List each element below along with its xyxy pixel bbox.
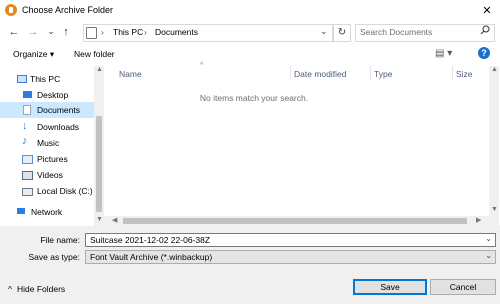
file-name-label: File name: <box>40 235 80 245</box>
column-separator[interactable] <box>452 66 453 80</box>
hide-folders-toggle[interactable]: ^ Hide Folders <box>8 284 65 294</box>
sidebar-item-label: This PC <box>30 74 61 84</box>
file-name-dropdown-chevron-icon[interactable]: ⌄ <box>485 234 492 243</box>
search-placeholder: Search Documents <box>360 27 433 37</box>
sidebar-item-this-pc[interactable]: This PC <box>0 71 94 87</box>
sidebar-item-label: Desktop <box>37 90 69 100</box>
sidebar-item-pictures[interactable]: Pictures <box>0 151 94 167</box>
column-header-name[interactable]: Name <box>119 69 142 79</box>
search-icon <box>480 25 490 38</box>
sidebar-item-desktop[interactable]: Desktop <box>0 87 94 103</box>
app-icon <box>5 4 17 16</box>
close-icon[interactable]: ✕ <box>475 1 499 21</box>
music-icon: ♪ <box>22 135 28 147</box>
empty-results-message: No items match your search. <box>199 93 309 103</box>
sidebar-item-label: Local Disk (C:) <box>37 186 93 196</box>
sidebar-item-label: Videos <box>37 170 63 180</box>
sidebar-item-label: Music <box>37 138 60 148</box>
sidebar-item-local-disk[interactable]: Local Disk (C:) <box>0 183 94 199</box>
file-list-vertical-scrollbar[interactable] <box>489 66 499 226</box>
sidebar-scroll-thumb[interactable] <box>96 116 102 212</box>
breadcrumb-documents[interactable]: Documents <box>155 27 198 37</box>
save-as-type-chevron-icon[interactable]: ⌄ <box>485 251 492 260</box>
scroll-right-arrow-icon[interactable]: ▶ <box>476 216 481 224</box>
sidebar-item-label: Pictures <box>37 154 68 164</box>
recent-locations-chevron-icon[interactable]: ⌄ <box>44 23 58 39</box>
pictures-icon <box>22 155 33 164</box>
forward-arrow-icon[interactable]: → <box>26 24 40 40</box>
hide-folders-label: Hide Folders <box>17 284 66 294</box>
sidebar-item-videos[interactable]: Videos <box>0 167 94 183</box>
desktop-icon <box>23 91 32 98</box>
up-arrow-icon[interactable]: ↑ <box>59 24 73 40</box>
sidebar-item-network[interactable]: Network <box>0 204 94 220</box>
sidebar-item-downloads[interactable]: ↓ Downloads <box>0 119 94 135</box>
back-arrow-icon[interactable]: ← <box>7 24 21 40</box>
change-view-icon[interactable]: ▤ ▾ <box>435 48 452 59</box>
save-button[interactable]: Save <box>353 279 427 295</box>
scroll-down-arrow-icon[interactable]: ▼ <box>96 216 103 223</box>
disk-icon <box>22 188 33 196</box>
breadcrumb-this-pc[interactable]: This PC <box>113 27 143 37</box>
scroll-up-arrow-icon[interactable]: ▲ <box>96 66 103 73</box>
collapse-caret-icon: ^ <box>8 284 12 294</box>
scroll-left-arrow-icon[interactable]: ◀ <box>112 216 117 224</box>
sidebar-item-label: Network <box>31 207 63 217</box>
horizontal-scroll-thumb[interactable] <box>123 218 467 224</box>
documents-icon <box>23 105 31 115</box>
file-name-input[interactable]: Suitcase 2021-12-02 22-06-38Z ⌄ <box>85 233 496 247</box>
address-dropdown-chevron-icon[interactable]: ⌄ <box>320 26 328 37</box>
sort-ascending-caret-icon: ^ <box>200 62 204 69</box>
breadcrumb-separator-icon: › <box>101 27 104 37</box>
save-as-type-label: Save as type: <box>28 252 80 262</box>
scroll-up-arrow-icon[interactable]: ▲ <box>491 66 498 73</box>
column-header-type[interactable]: Type <box>374 69 392 79</box>
save-as-type-select[interactable]: Font Vault Archive (*.winbackup) ⌄ <box>85 250 496 264</box>
refresh-icon[interactable]: ↻ <box>333 24 351 42</box>
organize-menu-button[interactable]: Organize ▾ <box>13 49 54 60</box>
sidebar-item-label: Documents <box>37 105 80 115</box>
new-folder-button[interactable]: New folder <box>74 49 115 59</box>
column-header-size[interactable]: Size <box>456 69 473 79</box>
file-name-value: Suitcase 2021-12-02 22-06-38Z <box>90 235 211 245</box>
window-title: Choose Archive Folder <box>22 5 114 15</box>
cancel-button[interactable]: Cancel <box>430 279 496 295</box>
downloads-icon: ↓ <box>22 120 28 132</box>
save-as-type-value: Font Vault Archive (*.winbackup) <box>90 252 213 262</box>
this-pc-small-icon <box>86 27 97 39</box>
videos-icon <box>22 171 33 180</box>
column-header-date-modified[interactable]: Date modified <box>294 69 346 79</box>
sidebar-item-music[interactable]: ♪ Music <box>0 135 94 151</box>
sidebar-item-documents[interactable]: Documents <box>0 102 94 118</box>
network-icon <box>17 208 25 214</box>
scroll-down-arrow-icon[interactable]: ▼ <box>491 206 498 213</box>
computer-icon <box>17 75 27 83</box>
column-separator[interactable] <box>290 66 291 80</box>
sidebar-item-label: Downloads <box>37 122 80 132</box>
breadcrumb-separator-icon: › <box>144 27 147 37</box>
help-icon[interactable]: ? <box>478 47 490 59</box>
column-separator[interactable] <box>370 66 371 80</box>
